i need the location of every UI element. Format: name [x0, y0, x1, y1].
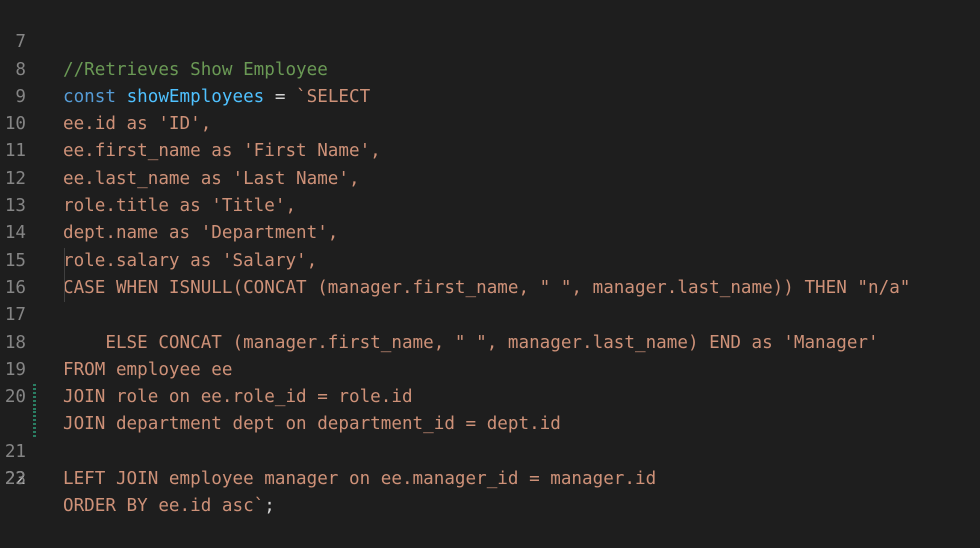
- code-line-12[interactable]: 12 role.title as 'Title',: [0, 138, 980, 216]
- code-line-22[interactable]: 22 ORDER BY ee.id asc`;: [0, 411, 980, 516]
- code-line-17[interactable]: 17: [0, 274, 980, 325]
- modified-line-marker[interactable]: [33, 384, 36, 412]
- indent-guide: [64, 247, 65, 275]
- modified-line-marker[interactable]: [33, 411, 36, 439]
- string-token: ORDER BY ee.id asc`: [63, 496, 265, 517]
- code-text[interactable]: ORDER BY ee.id asc`;: [63, 493, 275, 520]
- line-number: 23: [4, 469, 26, 490]
- code-line-11[interactable]: 11 ee.last_name as 'Last Name',: [0, 111, 980, 188]
- code-line-18[interactable]: 18 FROM employee ee: [0, 302, 980, 380]
- code-line-15[interactable]: 15 CASE WHEN ISNULL(CONCAT (manager.firs…: [0, 220, 980, 298]
- semicolon-token: ;: [264, 496, 275, 517]
- code-line-10[interactable]: 10 ee.first_name as 'First Name',: [0, 84, 980, 161]
- code-line-20[interactable]: 20 JOIN department dept on department_id…: [0, 357, 980, 434]
- code-line-9[interactable]: 9 ee.id as 'ID',: [0, 57, 980, 134]
- code-editor[interactable]: 7 //Retrieves Show Employee 8 const show…: [0, 2, 980, 516]
- code-line-23[interactable]: 23: [0, 439, 980, 489]
- code-text[interactable]: LEFT JOIN employee manager on ee.manager…: [63, 466, 656, 493]
- indent-guide: [64, 274, 65, 303]
- code-line-8[interactable]: 8 const showEmployees = `SELECT: [0, 29, 980, 107]
- code-line-21[interactable]: 21 LEFT JOIN employee manager on ee.mana…: [0, 384, 980, 489]
- code-line-13[interactable]: 13 dept.name as 'Department',: [0, 166, 980, 243]
- code-line-14[interactable]: 14 role.salary as 'Salary',: [0, 193, 980, 270]
- code-line-7[interactable]: 7 //Retrieves Show Employee: [0, 2, 980, 79]
- code-line-19[interactable]: 19 JOIN role on ee.role_id = role.id: [0, 330, 980, 407]
- code-line-16[interactable]: 16 ELSE CONCAT (manager.first_name, " ",…: [0, 247, 980, 353]
